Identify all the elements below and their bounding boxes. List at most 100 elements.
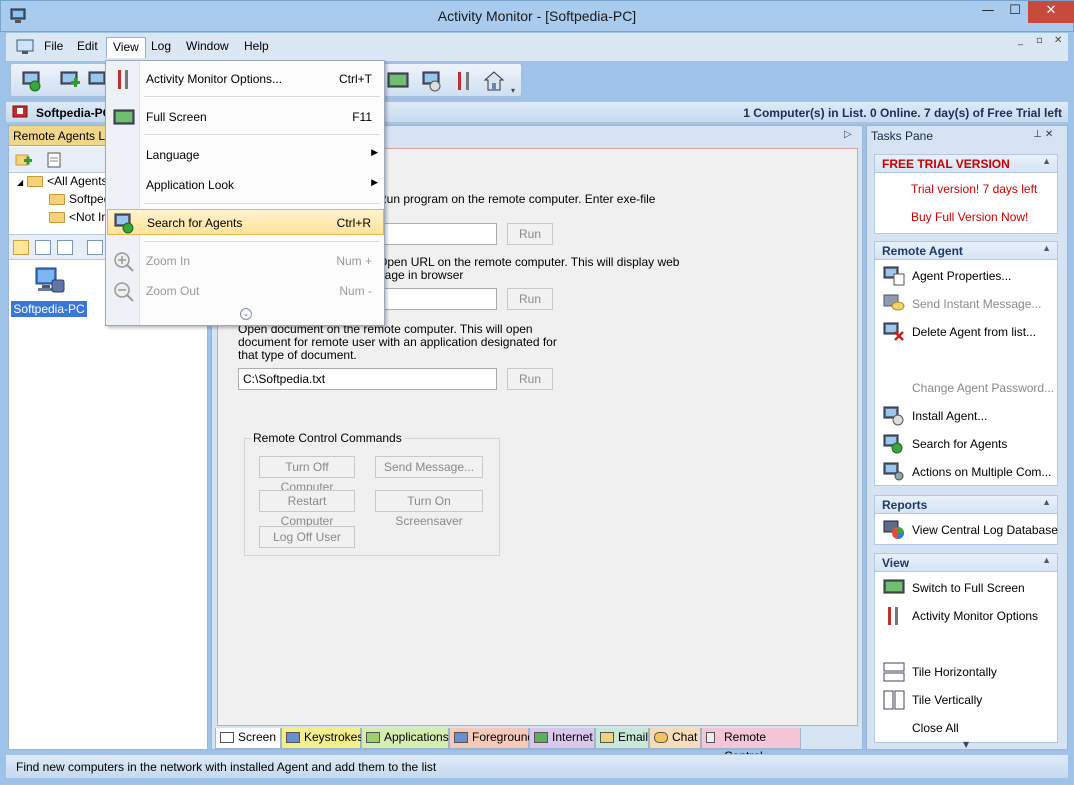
group-title: Remote Agent xyxy=(882,244,963,258)
mdi-minimize-button[interactable]: _ xyxy=(1018,35,1023,46)
menu-item-label: Zoom Out xyxy=(146,284,200,298)
item-label: View Central Log Database xyxy=(912,523,1058,537)
options-tools-icon xyxy=(118,70,128,89)
tab-remote-control[interactable]: Remote Control xyxy=(701,728,801,763)
tree-node-softpedia-pc[interactable]: Softpedia-PC xyxy=(49,192,109,206)
submenu-arrow-icon: ▶ xyxy=(371,147,378,157)
item-label: Activity Monitor Options xyxy=(912,609,1039,623)
item-label: Tile Horizontally xyxy=(912,665,997,679)
delete-agent-icon xyxy=(883,322,904,341)
menu-item-search-for-agents[interactable]: Search for Agents Ctrl+R xyxy=(107,209,384,235)
turn-on-screensaver-button[interactable]: Turn On Screensaver xyxy=(375,490,483,528)
menu-view[interactable]: View xyxy=(106,37,146,58)
small-icons-view-icon[interactable] xyxy=(35,240,51,255)
search-agents-icon[interactable] xyxy=(21,70,43,92)
document-input[interactable]: C:\Softpedia.txt xyxy=(238,368,497,390)
menu-window[interactable]: Window xyxy=(180,37,235,58)
menu-item-shortcut: Ctrl+R xyxy=(336,216,371,230)
free-trial-header[interactable]: FREE TRIAL VERSION ▲ xyxy=(875,155,1057,173)
install-agent-icon[interactable] xyxy=(421,70,443,92)
tab-label: Applications xyxy=(384,730,449,744)
remote-control-commands-group: Remote Control Commands Turn Off Compute… xyxy=(244,431,500,556)
tab-email[interactable]: Email xyxy=(595,728,649,749)
open-document-run-button[interactable]: Run xyxy=(507,368,553,390)
tab-screen[interactable]: Screen xyxy=(215,728,281,749)
tree-node-all-agents[interactable]: ◢ <All Agents> xyxy=(17,174,115,188)
agent-properties-icon xyxy=(883,266,905,286)
maximize-button[interactable]: ☐ xyxy=(1002,1,1028,23)
menu-item-label: Full Screen xyxy=(146,110,207,124)
mdi-close-button[interactable]: ✕ xyxy=(1054,35,1062,46)
view-header[interactable]: View ▲ xyxy=(875,554,1057,572)
menu-item-activity-monitor-options[interactable]: Activity Monitor Options... Ctrl+T xyxy=(107,66,384,92)
send-message-button[interactable]: Send Message... xyxy=(375,456,483,478)
item-label: Search for Agents xyxy=(912,437,1008,451)
folder-icon xyxy=(49,194,65,206)
run-exe-description: Run program on the remote computer. Ente… xyxy=(378,192,656,206)
properties-icon[interactable] xyxy=(45,151,63,169)
tab-internet[interactable]: Internet xyxy=(529,728,595,749)
turn-off-computer-button[interactable]: Turn Off Computer xyxy=(259,456,355,494)
folder-icon xyxy=(27,176,44,188)
menu-bar: File Edit View Log Window Help _ ▫ ✕ xyxy=(6,33,1068,61)
add-group-icon[interactable] xyxy=(15,151,33,169)
menu-file[interactable]: File xyxy=(38,37,69,58)
menu-item-zoom-in[interactable]: Zoom In Num + xyxy=(107,248,384,274)
large-icons-view-icon[interactable] xyxy=(13,240,29,255)
mdi-restore-button[interactable]: ▫ xyxy=(1036,35,1043,46)
full-screen-icon[interactable] xyxy=(387,70,409,92)
toolbar-overflow-icon[interactable]: ▾ xyxy=(511,86,515,95)
list-view-icon[interactable] xyxy=(57,240,73,255)
expand-menu-chevron-icon[interactable]: ⌄ xyxy=(240,308,252,320)
restart-computer-button[interactable]: Restart Computer xyxy=(259,490,355,528)
tab-foreground[interactable]: Foreground xyxy=(449,728,534,749)
item-label: Install Agent... xyxy=(912,409,988,423)
tasks-pane: Tasks Pane ⊥ ✕ FREE TRIAL VERSION ▲ Trial… xyxy=(866,125,1068,750)
menu-item-zoom-out[interactable]: Zoom Out Num - xyxy=(107,278,384,304)
add-agent-icon[interactable] xyxy=(59,70,81,92)
menu-edit[interactable]: Edit xyxy=(71,37,104,58)
tasks-scroll-down-icon[interactable]: ▼ xyxy=(963,740,969,749)
panel-collapse-arrow[interactable]: ▷ xyxy=(844,129,852,140)
buy-full-version-link[interactable]: Buy Full Version Now! xyxy=(911,210,1028,224)
home-icon[interactable] xyxy=(483,70,505,92)
tab-applications[interactable]: Applications xyxy=(361,728,449,749)
menu-log[interactable]: Log xyxy=(145,37,177,58)
tile-vertically-icon xyxy=(883,690,905,710)
open-url-description-2: page in browser xyxy=(378,268,464,282)
group-title: FREE TRIAL VERSION xyxy=(882,157,1010,171)
collapse-icon[interactable]: ▲ xyxy=(1042,156,1051,166)
tab-chat[interactable]: Chat xyxy=(649,728,701,749)
trial-days-left-text: Trial version! 7 days left xyxy=(911,182,1038,196)
item-label: Switch to Full Screen xyxy=(912,581,1025,595)
reports-header[interactable]: Reports ▲ xyxy=(875,496,1057,514)
close-button[interactable]: ✕ xyxy=(1028,1,1074,23)
tab-keystrokes[interactable]: Keystrokes xyxy=(281,728,363,749)
collapse-icon[interactable]: ▲ xyxy=(1042,497,1051,507)
item-label: Actions on Multiple Com... xyxy=(912,465,1052,479)
menu-item-application-look[interactable]: Application Look ▶ xyxy=(107,172,384,198)
status-bar: Find new computers in the network with i… xyxy=(6,754,1068,778)
mdi-doc-icon[interactable] xyxy=(16,39,34,55)
tree-expand-icon[interactable]: ◢ xyxy=(17,178,23,187)
collapse-icon[interactable]: ▲ xyxy=(1042,243,1051,253)
options-tools-icon[interactable] xyxy=(453,70,475,92)
menu-item-language[interactable]: Language ▶ xyxy=(107,142,384,168)
agent-item-softpedia-pc[interactable]: Softpedia-PC xyxy=(11,266,87,317)
view-menu-dropdown: Activity Monitor Options... Ctrl+T Full … xyxy=(105,60,385,326)
collapse-icon[interactable]: ▲ xyxy=(1042,555,1051,565)
view-group: View ▲ Switch to Full Screen Activity Mon… xyxy=(874,553,1058,743)
minimize-button[interactable]: — xyxy=(974,1,1002,23)
log-off-user-button[interactable]: Log Off User xyxy=(259,526,355,548)
menu-help[interactable]: Help xyxy=(238,37,275,58)
submenu-arrow-icon: ▶ xyxy=(371,177,378,187)
open-url-run-button[interactable]: Run xyxy=(507,288,553,310)
details-view-icon[interactable] xyxy=(87,240,103,255)
run-exe-button[interactable]: Run xyxy=(507,223,553,245)
tree-node-not-in-group[interactable]: <Not In Group> xyxy=(49,210,109,224)
tasks-pane-pin-close[interactable]: ⊥ ✕ xyxy=(1033,129,1053,140)
internet-icon xyxy=(534,732,548,743)
tree-node-label: <Not In Group> xyxy=(69,210,109,224)
remote-agent-header[interactable]: Remote Agent ▲ xyxy=(875,242,1057,260)
menu-item-full-screen[interactable]: Full Screen F11 xyxy=(107,104,384,130)
